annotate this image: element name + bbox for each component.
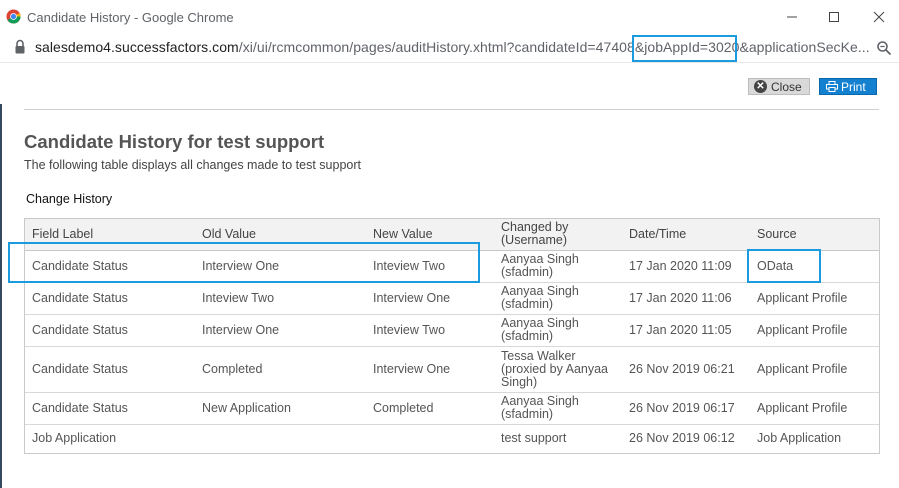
cell-old-value: Interview One: [195, 314, 366, 347]
cell-field-label: Candidate Status: [25, 314, 195, 347]
column-header-changed-by: Changed by (Username): [494, 219, 622, 251]
maximize-icon: [829, 12, 839, 22]
minimize-button[interactable]: [778, 4, 806, 30]
cell-field-label: Candidate Status: [25, 346, 195, 393]
page-title: Candidate History for test support: [24, 131, 325, 152]
header-divider: [24, 109, 879, 110]
cell-changed-by: Aanyaa Singh (sfadmin): [494, 250, 622, 283]
url-host: salesdemo4.successfactors.com: [35, 39, 239, 55]
url-text[interactable]: salesdemo4.successfactors.com/xi/ui/rcmc…: [35, 39, 870, 55]
cell-date-time: 26 Nov 2019 06:12: [629, 430, 735, 445]
page-subtitle: The following table displays all changes…: [24, 158, 361, 172]
cell-source: Applicant Profile: [750, 314, 879, 347]
cell-source: Applicant Profile: [750, 282, 879, 315]
cell-date-time: 26 Nov 2019 06:17: [622, 392, 750, 425]
close-window-button[interactable]: [865, 4, 893, 30]
row-annotation-highlight: [8, 242, 480, 283]
table-row: Candidate Status Completed Interview One…: [25, 346, 879, 393]
cell-old-value: [195, 424, 366, 452]
table-row: Candidate Status New Application Complet…: [25, 392, 879, 425]
printer-icon: [826, 81, 838, 92]
close-button-label: Close: [771, 79, 802, 94]
minimize-icon: [787, 16, 797, 18]
close-window-icon: [873, 11, 885, 23]
cell-old-value: Completed: [195, 346, 366, 393]
cell-source: Applicant Profile: [750, 392, 879, 425]
cell-new-value: Interview One: [366, 282, 494, 315]
print-button-label: Print: [841, 79, 866, 94]
table-row: Candidate Status Inteview Two Interview …: [25, 282, 879, 315]
cell-field-label: Job Application: [32, 430, 117, 445]
cell-source: Job Application: [757, 430, 842, 445]
cell-new-value: Completed: [366, 392, 494, 425]
table-row: Job Application test support 26 Nov 2019…: [25, 424, 879, 452]
browser-window: Candidate History - Google Chrome salesd…: [0, 0, 899, 488]
close-circle-icon: ✕: [754, 80, 767, 93]
url-path: /xi/ui/rcmcommon/pages/auditHistory.xhtm…: [238, 39, 870, 55]
close-button[interactable]: ✕ Close: [748, 78, 810, 95]
cell-old-value: New Application: [195, 392, 366, 425]
title-bar: Candidate History - Google Chrome: [0, 0, 899, 34]
url-annotation-highlight: [632, 35, 737, 62]
window-edge: [0, 104, 2, 488]
toolbar-divider: [0, 62, 899, 63]
cell-date-time: 17 Jan 2020 11:05: [622, 314, 750, 347]
cell-changed-by: Tessa Walker (proxied by Aanyaa Singh): [494, 346, 622, 393]
cell-changed-by: Aanyaa Singh (sfadmin): [494, 282, 622, 315]
source-annotation-highlight: [747, 249, 821, 283]
column-header-source: Source: [750, 219, 879, 251]
cell-date-time: 17 Jan 2020 11:09: [622, 250, 750, 283]
cell-changed-by: test support: [501, 430, 567, 445]
cell-field-label: Candidate Status: [25, 392, 195, 425]
cell-date-time: 17 Jan 2020 11:06: [622, 282, 750, 315]
address-bar[interactable]: salesdemo4.successfactors.com/xi/ui/rcmc…: [0, 34, 899, 62]
lock-icon: [15, 39, 25, 54]
column-header-date-time: Date/Time: [622, 219, 750, 251]
cell-new-value: [366, 424, 494, 452]
cell-new-value: Interview One: [366, 346, 494, 393]
cell-new-value: Inteview Two: [366, 314, 494, 347]
cell-changed-by: Aanyaa Singh (sfadmin): [494, 392, 622, 425]
maximize-button[interactable]: [820, 4, 848, 30]
cell-old-value: Inteview Two: [195, 282, 366, 315]
cell-source: Applicant Profile: [750, 346, 879, 393]
cell-date-time: 26 Nov 2019 06:21: [622, 346, 750, 393]
zoom-icon[interactable]: [876, 40, 892, 56]
chrome-logo-icon: [6, 9, 21, 24]
table-row: Candidate Status Interview One Inteview …: [25, 314, 879, 347]
change-history-label: Change History: [26, 192, 113, 206]
print-button[interactable]: Print: [819, 78, 877, 95]
window-title: Candidate History - Google Chrome: [27, 10, 234, 25]
cell-field-label: Candidate Status: [25, 282, 195, 315]
cell-changed-by: Aanyaa Singh (sfadmin): [494, 314, 622, 347]
